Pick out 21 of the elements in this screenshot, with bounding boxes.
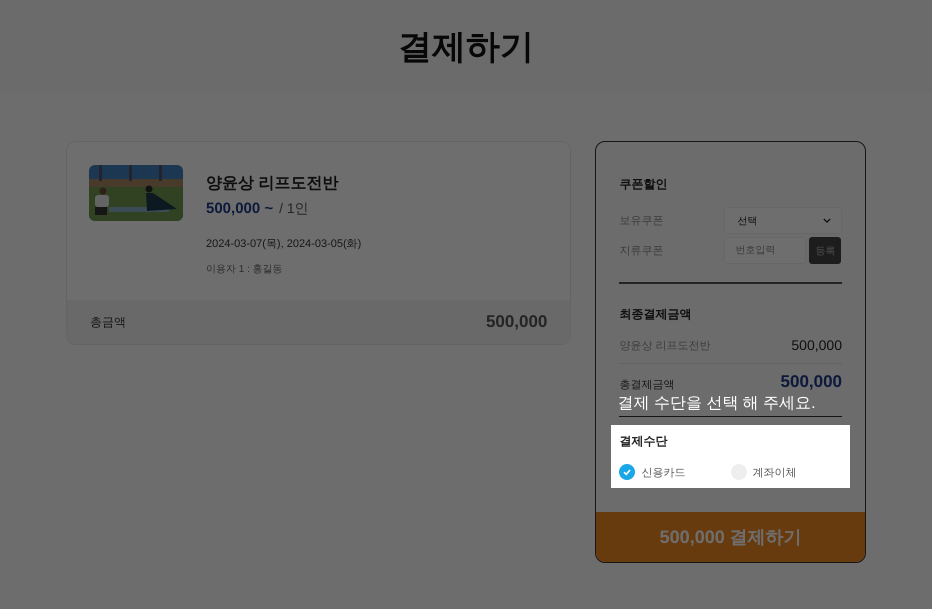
product-name: 양윤상 리프도전반 [206, 174, 340, 194]
page-title: 결제하기 [398, 26, 534, 68]
payment-option[interactable]: 계좌이체 [730, 464, 842, 480]
total-amount: 500,000 [486, 312, 548, 332]
item-amount: 500,000 [791, 337, 842, 353]
section-title: 최종결제금액 [619, 306, 692, 323]
coupon-select[interactable]: 선택 [724, 207, 842, 234]
total-amount: 500,000 [780, 372, 842, 392]
section-title: 쿠폰할인 [619, 176, 668, 193]
chevron-icon [823, 218, 831, 223]
price-unit: / 1인 [279, 200, 309, 218]
booking-dates: 2024-03-07(목), 2024-03-05(화) [206, 237, 362, 251]
total-label: 총결제금액 [619, 378, 674, 392]
product-price: 500,000 ~ [206, 200, 274, 217]
user-name: 이용자 1 : 홍길동 [206, 263, 284, 276]
option-label: 계좌이체 [752, 466, 797, 480]
payment-option[interactable]: 신용카드 [619, 464, 731, 480]
section-title: 결제수단 [619, 433, 668, 450]
total-label: 총금액 [90, 314, 126, 330]
guide-message: 결제 수단을 선택 해 주세요. [617, 394, 817, 413]
option-label: 신용카드 [641, 466, 686, 480]
